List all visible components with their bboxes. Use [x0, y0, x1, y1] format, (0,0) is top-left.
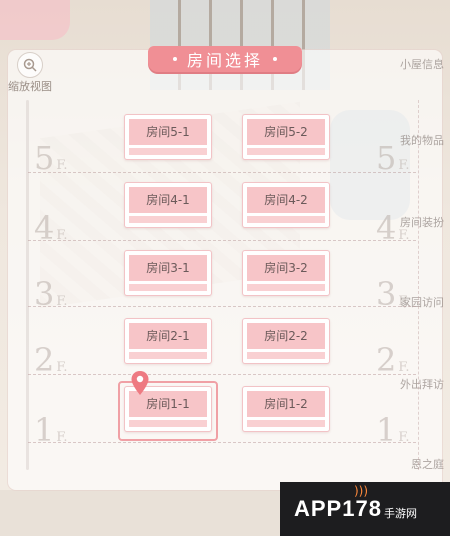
- room-label: 房间4-2: [264, 193, 308, 207]
- room-button-3-2[interactable]: 房间3-2: [242, 250, 330, 296]
- room-button-5-2[interactable]: 房间5-2: [242, 114, 330, 160]
- side-item-garden[interactable]: 恩之庭: [411, 456, 444, 472]
- room-label: 房间3-2: [264, 261, 308, 275]
- side-item-label: 小屋信息: [400, 58, 444, 71]
- title-dot-left: [172, 57, 177, 61]
- room-select-title-tab: 房间选择: [148, 46, 302, 72]
- room-button-3-1[interactable]: 房间3-1: [124, 250, 212, 296]
- floor-label-4f: 4 F.: [34, 209, 68, 247]
- side-item-go-out[interactable]: 外出拜访: [400, 376, 444, 392]
- floor-divider: [28, 172, 416, 173]
- room-label: 房间4-1: [146, 193, 190, 207]
- floor-label-2f: 2 F.: [34, 341, 68, 379]
- room-label: 房间1-1: [146, 397, 190, 411]
- signal-icon: ))): [354, 484, 369, 498]
- side-item-label: 外出拜访: [400, 378, 444, 391]
- room-button-5-1[interactable]: 房间5-1: [124, 114, 212, 160]
- room-button-4-2[interactable]: 房间4-2: [242, 182, 330, 228]
- room-label: 房间2-1: [146, 329, 190, 343]
- zoom-icon: [17, 52, 43, 78]
- watermark-brand: APP178: [294, 496, 382, 521]
- floor-label-1f-right: 1 F.: [376, 411, 410, 449]
- room-button-2-1[interactable]: 房间2-1: [124, 318, 212, 364]
- watermark-sub: 手游网: [383, 507, 417, 520]
- side-item-house-info[interactable]: 小屋信息: [400, 56, 444, 72]
- floor-divider: [28, 306, 416, 307]
- floor-divider: [28, 374, 416, 375]
- room-button-2-2[interactable]: 房间2-2: [242, 318, 330, 364]
- floor-label-2f-right: 2 F.: [376, 341, 410, 379]
- floor-label-5f-right: 5 F.: [376, 139, 410, 177]
- page-title: 房间选择: [186, 51, 263, 70]
- app178-watermark: ))) APP178 手游网: [280, 482, 450, 536]
- title-dot-right: [273, 57, 277, 61]
- floor-scrollbar[interactable]: [26, 100, 29, 470]
- side-item-label: 恩之庭: [411, 458, 444, 471]
- room-label: 房间3-1: [146, 261, 190, 275]
- room-label: 房间2-2: [264, 329, 308, 343]
- room-label: 房间1-2: [264, 397, 308, 411]
- room-button-4-1[interactable]: 房间4-1: [124, 182, 212, 228]
- location-pin-icon: [131, 371, 149, 395]
- zoom-view-label: 缩放视图: [8, 80, 52, 93]
- zoom-view-button[interactable]: 缩放视图: [8, 52, 52, 94]
- floor-divider: [28, 240, 416, 241]
- room-button-1-2[interactable]: 房间1-2: [242, 386, 330, 432]
- floor-label-3f-right: 3 F.: [376, 275, 410, 313]
- right-guide-line: [418, 100, 419, 470]
- room-label: 房间5-2: [264, 125, 308, 139]
- room-label: 房间5-1: [146, 125, 190, 139]
- floor-label-4f-right: 4 F.: [376, 209, 410, 247]
- top-left-decoration: [0, 0, 70, 40]
- floor-label-5f: 5 F.: [34, 139, 68, 177]
- floor-label-3f: 3 F.: [34, 275, 68, 313]
- floor-label-1f: 1 F.: [34, 411, 68, 449]
- floor-divider: [28, 442, 416, 443]
